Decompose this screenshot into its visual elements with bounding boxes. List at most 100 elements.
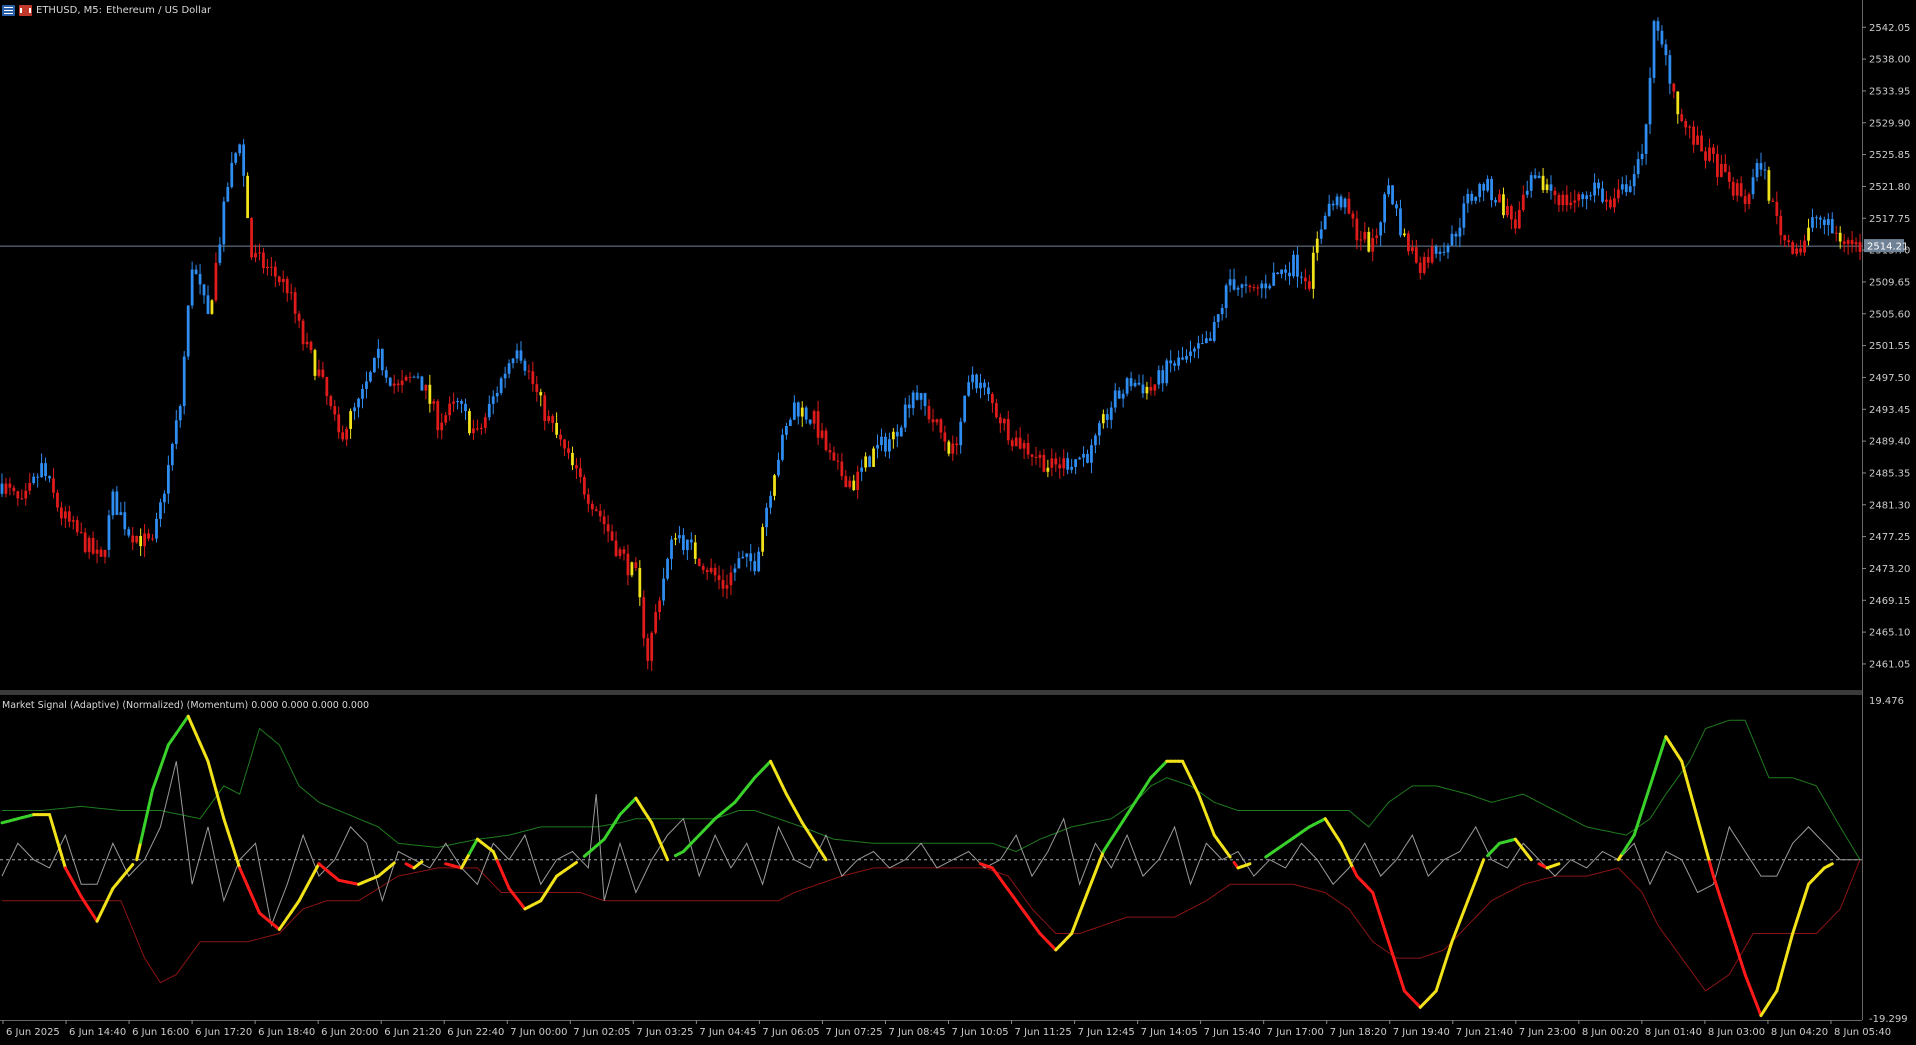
signal-segment	[1711, 874, 1719, 890]
signal-segment	[1719, 899, 1727, 915]
candle-body	[1716, 153, 1719, 177]
candle-body	[297, 313, 301, 321]
candle-body	[91, 537, 95, 554]
candle-body	[1569, 202, 1573, 206]
candle-body	[1002, 418, 1006, 424]
signal-segment	[1466, 888, 1474, 903]
price-tick-label: 2477.25	[1869, 532, 1910, 543]
candle-body	[479, 427, 483, 429]
time-tick-label: 7 Jun 14:05	[1141, 1027, 1198, 1038]
time-tick-label: 7 Jun 08:45	[888, 1027, 945, 1038]
candle-body	[1616, 189, 1620, 199]
candle-body	[1735, 183, 1739, 196]
signal-segment	[1391, 952, 1398, 968]
candle-body	[1755, 163, 1759, 178]
candle-body	[1470, 193, 1474, 201]
candle-body	[71, 520, 75, 522]
candle-body	[606, 524, 610, 532]
menu-icon[interactable]	[2, 4, 15, 16]
candle-body	[586, 494, 590, 504]
candle-body	[1533, 175, 1537, 179]
time-tick-label: 7 Jun 11:25	[1015, 1027, 1072, 1038]
candle-body	[682, 535, 685, 551]
time-tick-label: 7 Jun 15:40	[1204, 1027, 1261, 1038]
candle-body	[1688, 126, 1692, 128]
candle-body	[844, 476, 848, 488]
candle-body	[495, 392, 499, 397]
candle-body	[1549, 184, 1553, 191]
signal-segment	[127, 863, 135, 871]
candle-body	[725, 585, 729, 589]
signal-segment	[495, 859, 503, 872]
signal-segment	[59, 853, 67, 870]
signal-segment	[1684, 774, 1692, 792]
candle-body	[1589, 195, 1593, 197]
candle-body	[1062, 458, 1066, 469]
candle-body	[1319, 229, 1323, 239]
candle-body	[8, 483, 12, 488]
candle-body	[333, 406, 337, 415]
candle-body	[404, 376, 408, 381]
candle-body	[159, 502, 162, 519]
signal-segment	[1553, 862, 1561, 867]
candle-body	[713, 567, 717, 576]
candle-body	[662, 578, 665, 601]
candle-body	[99, 549, 103, 557]
current-price-label: 2514.21	[1864, 239, 1908, 253]
signal-segment	[1727, 923, 1735, 940]
candle-body	[1573, 200, 1577, 203]
candle-body	[1601, 188, 1604, 202]
candle-body	[1347, 198, 1351, 214]
signal-segment	[1775, 975, 1783, 993]
candle-body	[234, 153, 238, 163]
candle-body	[697, 558, 701, 566]
candle-body	[1240, 284, 1244, 288]
candle-body	[1822, 219, 1826, 225]
candle-body	[1541, 175, 1545, 191]
candle-body	[947, 441, 951, 454]
candle-body	[408, 376, 412, 378]
candle-body	[963, 395, 967, 422]
candle-body	[301, 320, 305, 345]
candle-body	[836, 460, 840, 462]
candle-body	[1327, 203, 1331, 216]
candle-body	[285, 278, 289, 294]
candle-body	[519, 350, 523, 361]
signal-segment	[1387, 940, 1395, 956]
chart-type-icon[interactable]	[19, 4, 32, 16]
candle-body	[769, 495, 772, 508]
candle-body	[1815, 217, 1818, 219]
candle-body	[1363, 231, 1367, 240]
candle-body	[1731, 181, 1735, 196]
candle-body	[983, 382, 986, 388]
candle-body	[971, 374, 974, 383]
price-tick-label: 2497.50	[1869, 373, 1910, 384]
candle-body	[895, 431, 899, 437]
candle-body	[856, 471, 860, 490]
signal-segment	[1458, 909, 1466, 923]
candle-body	[226, 186, 230, 202]
time-tick-label: 6 Jun 14:40	[69, 1027, 126, 1038]
candle-body	[67, 511, 71, 522]
signal-segment	[1379, 915, 1387, 931]
candle-body	[923, 393, 927, 407]
candle-body	[1046, 467, 1050, 472]
signal-segment	[1632, 821, 1640, 837]
candle-body	[1331, 203, 1335, 206]
signal-segment	[1525, 853, 1533, 862]
candle-body	[868, 456, 871, 467]
candle-body	[1272, 272, 1276, 286]
candle-body	[602, 516, 606, 525]
chart-canvas[interactable]: 2542.05 2538.00 2533.95 2529.90 2525.85 2521.…	[0, 0, 1916, 1045]
candle-body	[753, 561, 757, 572]
candle-body	[788, 419, 792, 427]
candle-body	[828, 450, 832, 453]
time-tick-label: 7 Jun 07:25	[825, 1027, 882, 1038]
candle-body	[52, 478, 55, 493]
candle-body	[1137, 382, 1141, 385]
candle-body	[1157, 370, 1161, 385]
candle-body	[1010, 440, 1014, 447]
candle-body	[1759, 163, 1763, 170]
candle-body	[1153, 384, 1157, 391]
candle-body	[131, 535, 135, 543]
